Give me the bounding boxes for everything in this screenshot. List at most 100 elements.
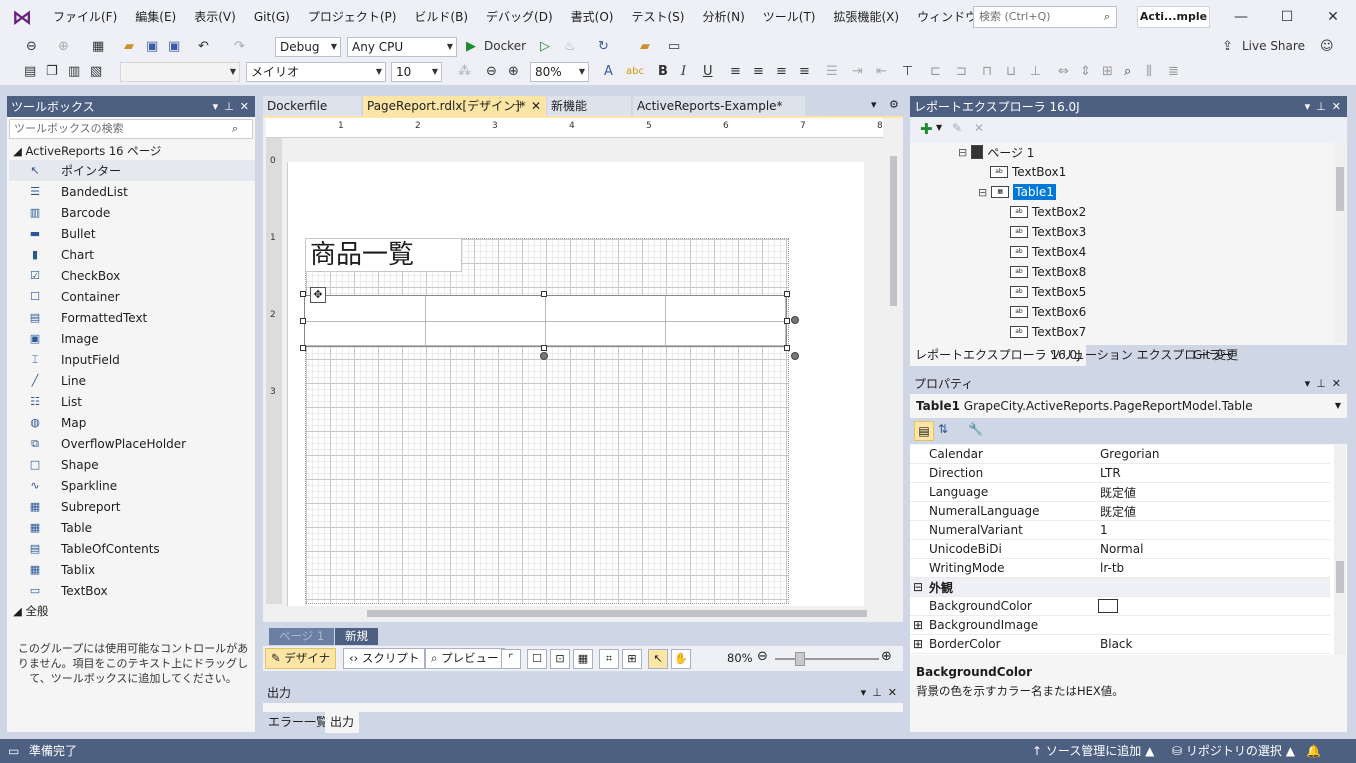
snap-lines-icon[interactable]: ⊡ xyxy=(550,649,570,669)
tree-node-textbox5[interactable]: ab TextBox5 xyxy=(1010,282,1086,302)
window-layout-icon[interactable]: ▭ xyxy=(668,34,680,59)
close-icon[interactable]: ✕ xyxy=(888,686,897,699)
toolbox-item-table[interactable]: ▦ Table xyxy=(9,517,255,538)
delete-icon[interactable]: ✕ xyxy=(974,121,984,135)
justify-icon[interactable]: ≡ xyxy=(799,59,810,84)
zoom-combo[interactable]: 80% ▼ xyxy=(530,62,589,82)
menu-item[interactable]: ビルド(B) xyxy=(405,0,477,34)
collapse-icon[interactable]: ⊟ xyxy=(913,580,923,594)
zoom-slider-thumb[interactable] xyxy=(795,652,805,666)
toolbox-item-overflowplaceholder[interactable]: ⧉ OverflowPlaceHolder xyxy=(9,433,255,454)
pan-tool-icon[interactable]: ✋ xyxy=(671,649,691,669)
property-value[interactable]: Gregorian xyxy=(1100,447,1160,461)
scroll-thumb[interactable] xyxy=(367,610,867,617)
property-row[interactable]: NumeralLanguage 既定値 xyxy=(910,502,1330,521)
underline-button[interactable]: U xyxy=(703,59,713,84)
run-without-debug-icon[interactable]: ▷ xyxy=(540,34,550,59)
color-swatch[interactable] xyxy=(1098,599,1118,613)
toolbox-item-sparkline[interactable]: ∿ Sparkline xyxy=(9,475,255,496)
tree-node-textbox4[interactable]: ab TextBox4 xyxy=(1010,242,1086,262)
toolbox-group-general[interactable]: ◢ 全般 xyxy=(13,603,49,619)
snap-grid-icon[interactable]: ⌗ xyxy=(599,649,619,669)
toolbox-search-input[interactable]: ツールボックスの検索 ⌕ xyxy=(9,119,253,139)
property-scrollbar[interactable] xyxy=(1334,445,1346,655)
table-cell[interactable] xyxy=(666,322,786,346)
page-tab-1[interactable]: ページ 1 xyxy=(269,628,335,645)
pin-icon[interactable]: ⊥ xyxy=(872,686,882,699)
menu-item[interactable]: プロジェクト(P) xyxy=(299,0,406,34)
property-value[interactable]: 1 xyxy=(1100,523,1108,537)
tree-node-textbox3[interactable]: ab TextBox3 xyxy=(1010,222,1086,242)
pin-icon[interactable]: ⊥ xyxy=(1316,100,1326,113)
toolbox-item-shape[interactable]: □ Shape xyxy=(9,454,255,475)
same-width-icon[interactable]: ⇔ xyxy=(1058,59,1069,84)
property-row[interactable]: BackgroundColor xyxy=(910,597,1330,616)
minimize-button[interactable]: — xyxy=(1218,0,1264,34)
live-share-button[interactable]: Live Share xyxy=(1242,34,1305,59)
undo-icon[interactable]: ↶ xyxy=(198,34,209,59)
align-center-icon[interactable]: ≡ xyxy=(753,59,764,84)
close-window-button[interactable]: ✕ xyxy=(1310,0,1356,34)
spell-check-icon[interactable]: abc xyxy=(626,59,644,84)
expand-icon[interactable]: ⊞ xyxy=(913,637,923,651)
resize-handle[interactable] xyxy=(784,318,790,324)
select-tool-icon[interactable]: ↖ xyxy=(648,649,668,669)
notification-icon[interactable]: 🔔 xyxy=(1306,739,1321,763)
dropdown-icon[interactable]: ▾ xyxy=(861,686,867,699)
tree-node-ページ-1[interactable]: ⊟ ページ 1 xyxy=(958,142,1034,162)
close-icon[interactable]: ✕ xyxy=(1332,100,1341,113)
page-tab-new[interactable]: 新規 xyxy=(335,628,378,645)
menu-item[interactable]: 編集(E) xyxy=(126,0,185,34)
italic-button[interactable]: I xyxy=(681,59,686,84)
designer-horizontal-scrollbar[interactable] xyxy=(287,606,883,620)
folder-icon[interactable]: ▰ xyxy=(640,34,650,59)
dimension-lines-icon[interactable]: ⌜ xyxy=(501,649,521,669)
column-adorner[interactable] xyxy=(791,316,799,324)
textbox1-report-title[interactable]: 商品一覧 xyxy=(305,238,462,272)
refresh-icon[interactable]: ↻ xyxy=(598,34,609,59)
close-icon[interactable]: ✕ xyxy=(1332,377,1341,390)
tree-node-textbox1[interactable]: ab TextBox1 xyxy=(990,162,1066,182)
resize-handle[interactable] xyxy=(541,291,547,297)
toolbox-item-barcode[interactable]: ▥ Barcode xyxy=(9,202,255,223)
property-value[interactable]: Normal xyxy=(1100,542,1143,556)
pin-icon[interactable]: ⊣ xyxy=(513,96,522,116)
object-selector[interactable]: Table1 GrapeCity.ActiveReports.PageRepor… xyxy=(910,394,1347,418)
property-value[interactable]: LTR xyxy=(1100,466,1121,480)
pin-icon[interactable]: ⊥ xyxy=(1316,377,1326,390)
resize-handle[interactable] xyxy=(541,345,547,351)
property-pages-icon[interactable]: 🔧 xyxy=(968,422,983,436)
arrange-icon[interactable]: ▧ xyxy=(90,59,102,84)
menu-item[interactable]: Git(G) xyxy=(245,0,299,34)
resize-handle[interactable] xyxy=(300,345,306,351)
settings-icon[interactable]: ⚙ xyxy=(889,98,899,111)
close-tab-icon[interactable]: ✕ xyxy=(531,96,541,116)
forward-icon[interactable]: ⊕ xyxy=(58,34,69,59)
font-name-combo[interactable]: メイリオ ▼ xyxy=(246,62,386,82)
pin-icon[interactable]: ⊥ xyxy=(224,100,234,113)
h-spacing-icon[interactable]: ⫼ xyxy=(1146,59,1152,84)
snap-controls-icon[interactable]: ⊞ xyxy=(622,649,642,669)
page-border-icon[interactable]: ☐ xyxy=(527,649,547,669)
menu-item[interactable]: デバッグ(D) xyxy=(477,0,562,34)
run-target[interactable]: Docker xyxy=(484,34,526,59)
collapse-icon[interactable]: ⊟ xyxy=(958,146,967,159)
tree-node-textbox8[interactable]: ab TextBox8 xyxy=(1010,262,1086,282)
visual-studio-logo-icon[interactable]: ⋈ xyxy=(0,0,44,34)
tree-node-table1[interactable]: ⊟ ▦ Table1 xyxy=(978,182,1056,202)
property-category[interactable]: ⊟ 外観 xyxy=(910,578,1330,597)
tab-output[interactable]: 出力 xyxy=(325,712,360,733)
designer-tab-button[interactable]: ✎ デザイナ xyxy=(265,648,337,669)
edit-icon[interactable]: ✎ xyxy=(952,121,962,135)
property-row[interactable]: NumeralVariant 1 xyxy=(910,521,1330,540)
resize-handle[interactable] xyxy=(300,291,306,297)
menu-item[interactable]: 表示(V) xyxy=(185,0,245,34)
scroll-thumb[interactable] xyxy=(1336,167,1344,211)
menu-item[interactable]: ファイル(F) xyxy=(44,0,126,34)
toolbox-item-tableofcontents[interactable]: ▤ TableOfContents xyxy=(9,538,255,559)
collapse-icon[interactable]: ⊟ xyxy=(978,186,987,199)
resize-handle[interactable] xyxy=(784,291,790,297)
toolbox-item-line[interactable]: ╱ Line xyxy=(9,370,255,391)
feedback-icon[interactable]: ☺ xyxy=(1320,34,1334,59)
table-cell[interactable] xyxy=(546,322,666,346)
